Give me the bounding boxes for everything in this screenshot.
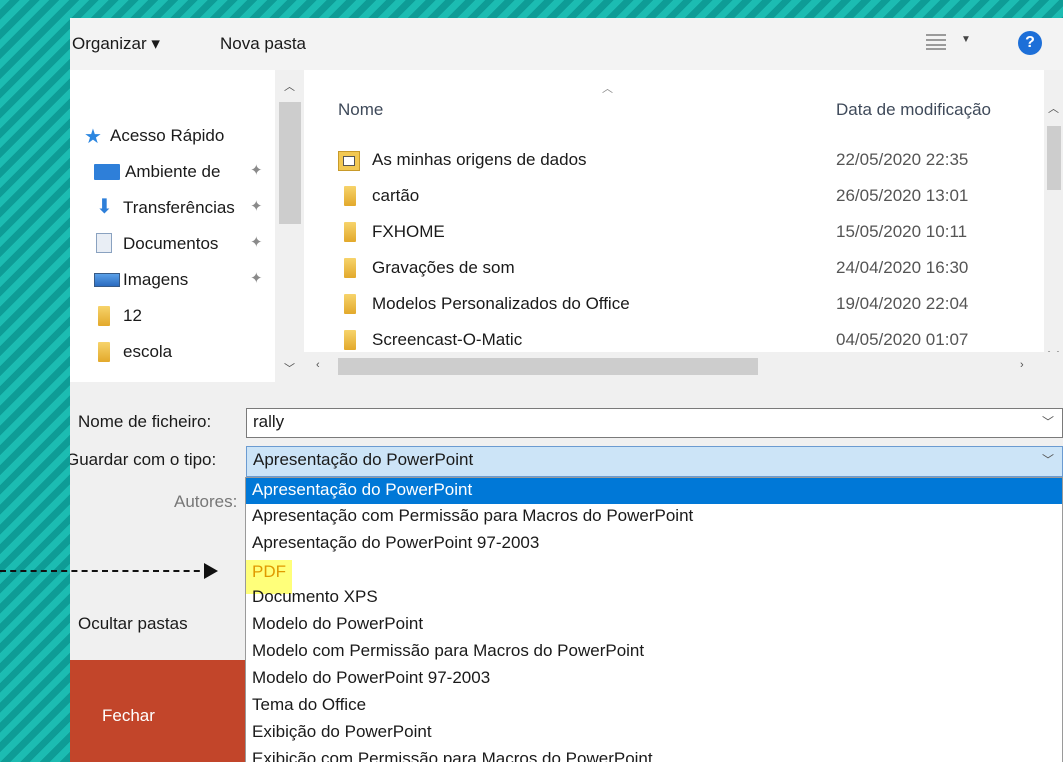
scroll-right-icon[interactable]: › xyxy=(1020,359,1024,371)
new-folder-button[interactable]: Nova pasta xyxy=(220,34,306,54)
dropdown-option[interactable]: Apresentação do PowerPoint 97-2003 xyxy=(252,533,539,559)
toolbar: Organizar ▾ Nova pasta ▼ ? xyxy=(70,18,1063,70)
dropdown-option[interactable]: Exibição do PowerPoint xyxy=(252,722,432,748)
nav-scrollbar[interactable]: ︿ ﹀ xyxy=(275,70,304,382)
file-list-scroll-thumb[interactable] xyxy=(1047,126,1061,190)
folder-icon xyxy=(98,306,110,326)
file-list-horizontal-scrollbar[interactable]: ‹ › xyxy=(304,352,1063,382)
dropdown-option[interactable]: Modelo do PowerPoint xyxy=(252,614,423,640)
table-row[interactable]: FXHOME 15/05/2020 10:11 xyxy=(304,216,1044,250)
chevron-down-icon: ▼ xyxy=(961,34,971,45)
horizontal-scroll-thumb[interactable] xyxy=(338,358,758,375)
folder-icon xyxy=(344,330,356,350)
hide-folders-button[interactable]: Ocultar pastas xyxy=(78,614,188,634)
save-as-type-select[interactable]: Apresentação do PowerPoint ﹀ xyxy=(246,446,1063,477)
close-button[interactable]: Fechar xyxy=(70,660,245,762)
download-icon: ⬇ xyxy=(96,196,113,218)
scroll-down-icon[interactable]: ﹀ xyxy=(284,360,295,376)
folder-icon xyxy=(98,342,110,362)
nav-item-pictures[interactable]: Imagens ✦ xyxy=(70,266,275,294)
chevron-down-icon[interactable]: ﹀ xyxy=(1042,413,1054,430)
nav-item-downloads[interactable]: ⬇ Transferências ✦ xyxy=(70,194,275,222)
dropdown-option[interactable]: Apresentação com Permissão para Macros d… xyxy=(252,506,693,532)
filename-input[interactable]: rally ﹀ xyxy=(246,408,1063,438)
file-list: ︿ Nome Data de modificação As minhas ori… xyxy=(304,70,1063,382)
table-row[interactable]: As minhas origens de dados 22/05/2020 22… xyxy=(304,144,1044,178)
chevron-down-icon[interactable]: ﹀ xyxy=(1042,451,1054,468)
scroll-left-icon[interactable]: ‹ xyxy=(316,359,320,371)
authors-label: Autores: xyxy=(174,492,238,511)
nav-item-desktop[interactable]: Ambiente de ✦ xyxy=(70,158,275,186)
desktop-icon xyxy=(94,164,120,180)
folder-icon xyxy=(344,258,356,278)
nav-item-quick-access[interactable]: ★ Acesso Rápido xyxy=(70,122,275,150)
save-as-dialog: Organizar ▾ Nova pasta ▼ ? ★ Acesso Rápi… xyxy=(70,18,1063,762)
save-as-type-dropdown[interactable]: Apresentação do PowerPoint Apresentação … xyxy=(245,477,1063,762)
pin-icon[interactable]: ✦ xyxy=(250,269,263,287)
document-icon xyxy=(96,233,112,253)
pin-icon[interactable]: ✦ xyxy=(250,233,263,251)
dropdown-option[interactable]: Modelo do PowerPoint 97-2003 xyxy=(252,668,490,694)
pin-icon[interactable]: ✦ xyxy=(250,161,263,179)
dropdown-option[interactable]: Modelo com Permissão para Macros do Powe… xyxy=(252,641,644,667)
filename-label: Nome de ficheiro: xyxy=(78,412,212,431)
column-header-name[interactable]: Nome xyxy=(338,100,383,120)
pictures-icon xyxy=(94,273,120,287)
save-as-type-label: Guardar com o tipo: xyxy=(70,450,217,469)
dropdown-option[interactable]: Tema do Office xyxy=(252,695,366,721)
nav-item-folder-escola[interactable]: escola xyxy=(70,338,275,366)
scroll-up-icon[interactable]: ︿ xyxy=(284,78,295,94)
navigation-pane: ★ Acesso Rápido Ambiente de ✦ ⬇ Transfer… xyxy=(70,70,304,382)
table-row[interactable]: Gravações de som 24/04/2020 16:30 xyxy=(304,252,1044,286)
table-row[interactable]: cartão 26/05/2020 13:01 xyxy=(304,180,1044,214)
file-list-vertical-scrollbar[interactable]: ︿ ﹀ xyxy=(1044,70,1063,382)
organize-button[interactable]: Organizar ▾ xyxy=(72,34,160,54)
folder-icon xyxy=(344,294,356,314)
folder-icon xyxy=(344,222,356,242)
dropdown-option[interactable]: Apresentação do PowerPoint xyxy=(246,478,1062,504)
nav-item-folder-12[interactable]: 12 xyxy=(70,302,275,330)
folder-icon xyxy=(344,186,356,206)
dropdown-option[interactable]: Documento XPS xyxy=(252,587,378,613)
annotation-arrow-head-icon xyxy=(204,563,218,579)
annotation-arrow-line xyxy=(0,570,210,572)
star-icon: ★ xyxy=(84,126,102,148)
help-button[interactable]: ? xyxy=(1018,31,1042,55)
nav-item-documents[interactable]: Documentos ✦ xyxy=(70,230,275,258)
view-options-button[interactable]: ▼ xyxy=(926,32,974,54)
scroll-up-icon[interactable]: ︿ xyxy=(1048,100,1059,116)
nav-scroll-thumb[interactable] xyxy=(279,102,301,224)
pin-icon[interactable]: ✦ xyxy=(250,197,263,215)
sort-caret-icon: ︿ xyxy=(602,83,613,95)
data-sources-folder-icon xyxy=(338,151,360,171)
table-row[interactable]: Modelos Personalizados do Office 19/04/2… xyxy=(304,288,1044,322)
dropdown-option[interactable]: Exibição com Permissão para Macros do Po… xyxy=(252,749,653,762)
column-header-date[interactable]: Data de modificação xyxy=(836,100,991,120)
view-list-icon xyxy=(926,34,946,50)
